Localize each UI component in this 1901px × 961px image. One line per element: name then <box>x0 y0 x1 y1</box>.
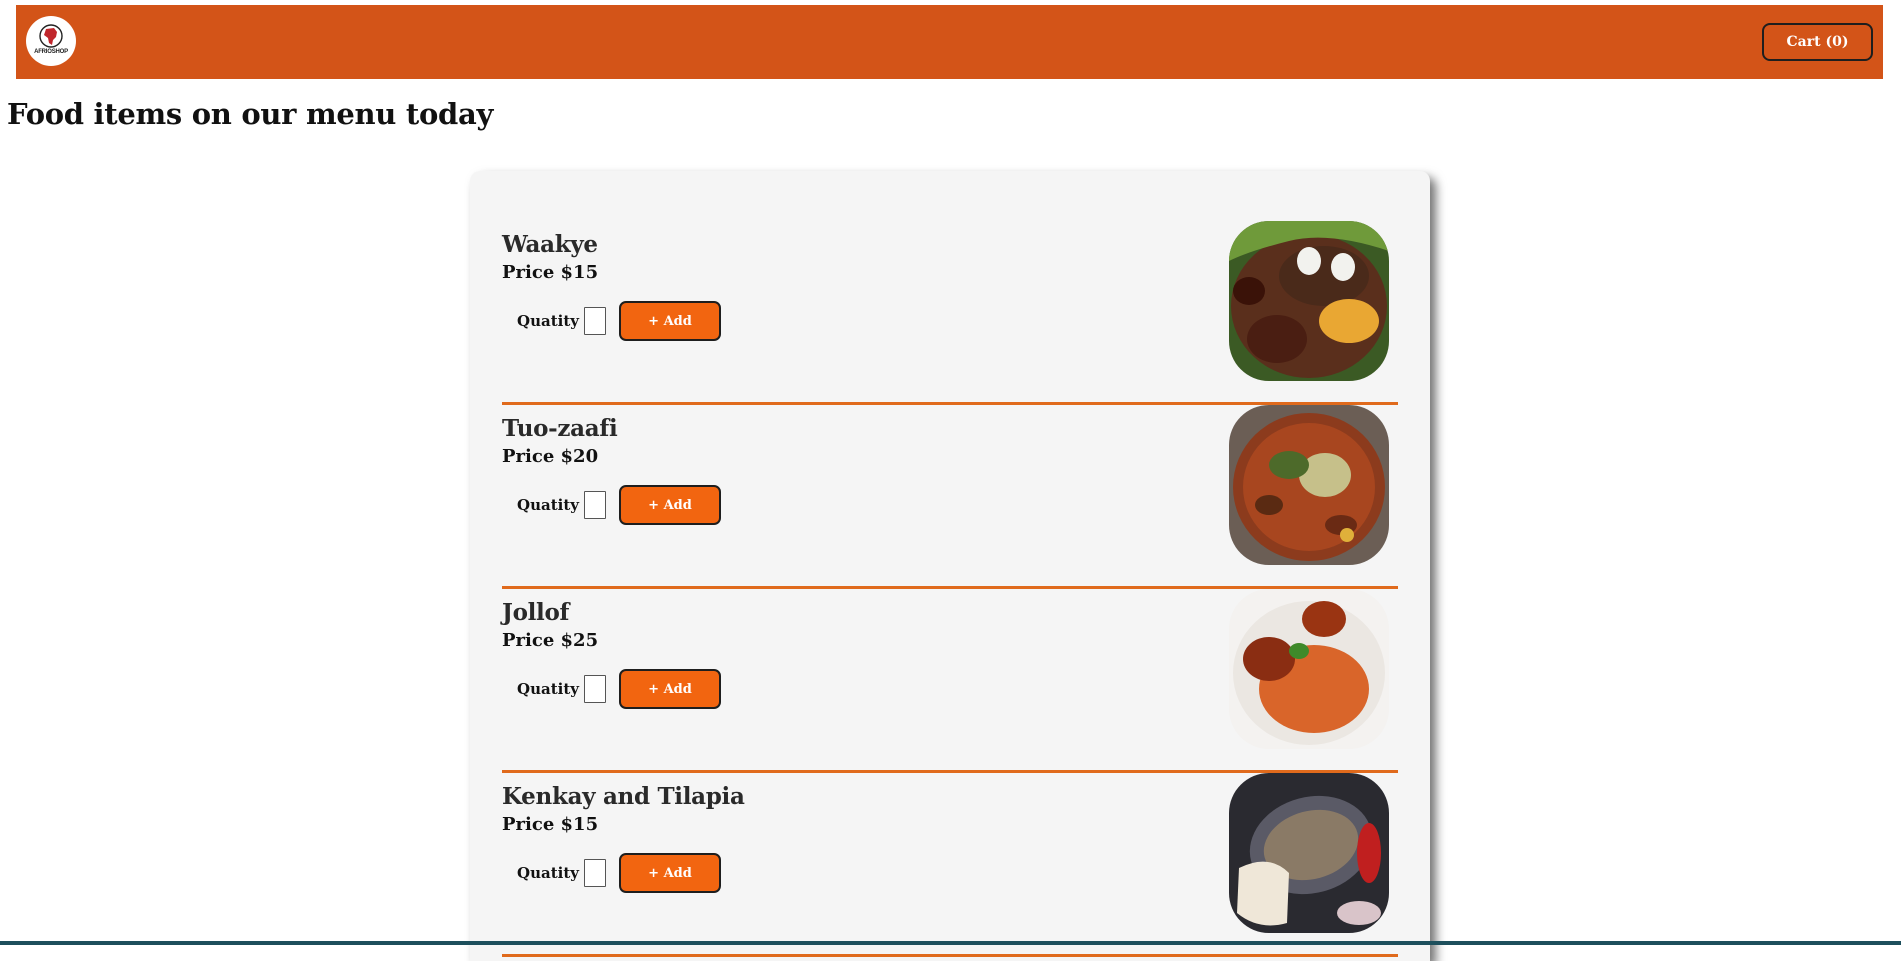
kenkey-tilapia-dish-photo <box>1229 773 1389 933</box>
add-to-cart-button[interactable]: + Add <box>619 485 721 525</box>
add-to-cart-button[interactable]: + Add <box>619 853 721 893</box>
food-name: Jollof <box>502 599 570 626</box>
quantity-input[interactable] <box>584 859 606 887</box>
quantity-label: Quatity <box>517 496 579 514</box>
food-price: Price $15 <box>502 262 599 283</box>
top-navbar: AFRIOSHOP Cart (0) <box>16 5 1883 79</box>
page-title: Food items on our menu today <box>7 97 494 131</box>
afrioshop-logo[interactable]: AFRIOSHOP <box>26 16 76 66</box>
tuo-zaafi-dish-photo <box>1229 405 1389 565</box>
quantity-label: Quatity <box>517 864 579 882</box>
quantity-input[interactable] <box>584 675 606 703</box>
food-price: Price $20 <box>502 446 599 467</box>
quantity-label: Quatity <box>517 680 579 698</box>
food-item-tuo-zaafi: Tuo-zaafi Price $20 Quatity + Add <box>502 405 1398 589</box>
window-bottom-edge <box>0 941 1901 945</box>
logo-wordmark: AFRIOSHOP <box>34 49 68 55</box>
cart-button[interactable]: Cart (0) <box>1762 23 1873 61</box>
food-price: Price $15 <box>502 814 599 835</box>
food-name: Kenkay and Tilapia <box>502 783 745 810</box>
food-item-jollof: Jollof Price $25 Quatity + Add <box>502 589 1398 773</box>
quantity-input[interactable] <box>584 491 606 519</box>
menu-card: Waakye Price $15 Quatity + Add Tuo-zaafi… <box>470 171 1430 961</box>
food-price: Price $25 <box>502 630 599 651</box>
food-name: Waakye <box>502 231 598 258</box>
food-item-kenkay-and-tilapia: Kenkay and Tilapia Price $15 Quatity + A… <box>502 773 1398 957</box>
quantity-input[interactable] <box>584 307 606 335</box>
food-name: Tuo-zaafi <box>502 415 618 442</box>
africa-map-icon <box>39 24 63 48</box>
quantity-label: Quatity <box>517 312 579 330</box>
waakye-dish-photo <box>1229 221 1389 381</box>
food-item-waakye: Waakye Price $15 Quatity + Add <box>502 221 1398 405</box>
jollof-dish-photo <box>1229 589 1389 749</box>
add-to-cart-button[interactable]: + Add <box>619 301 721 341</box>
item-divider <box>502 954 1398 957</box>
add-to-cart-button[interactable]: + Add <box>619 669 721 709</box>
